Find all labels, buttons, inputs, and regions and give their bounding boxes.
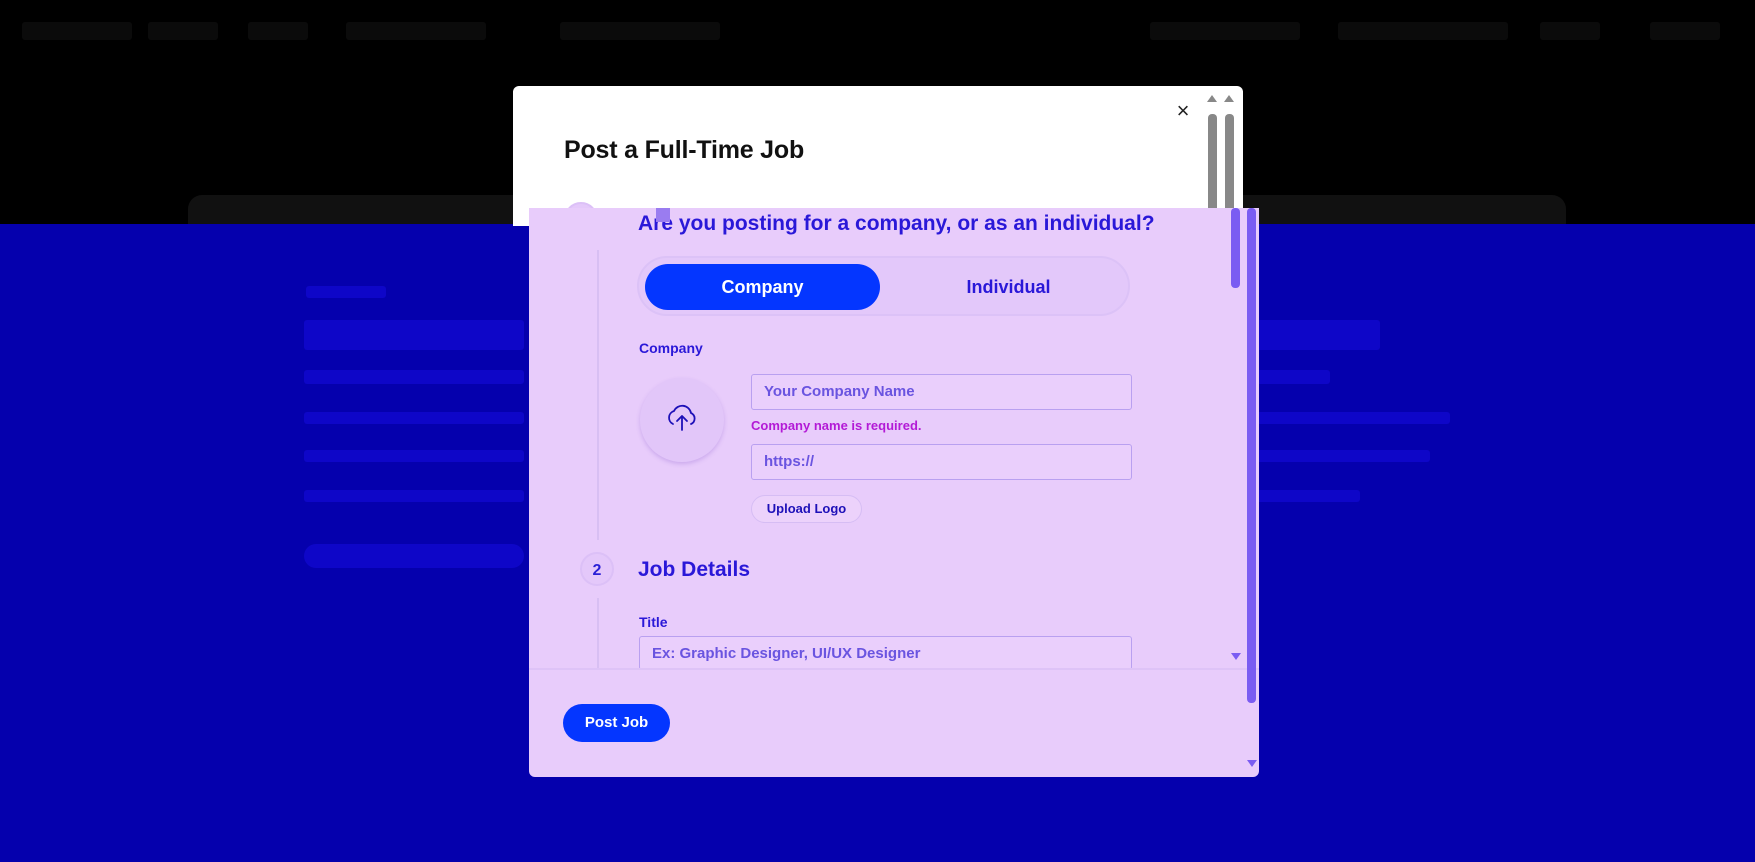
inner-scrollbar-thumb[interactable] [1231, 208, 1240, 288]
nav-placeholder [148, 22, 218, 40]
scroll-up-icon[interactable] [1207, 95, 1217, 102]
close-icon[interactable]: × [1170, 98, 1196, 124]
step-2-line [597, 598, 599, 668]
cloud-upload-icon [668, 404, 696, 431]
step-1-line [597, 250, 599, 540]
ghost-bullet [1250, 450, 1430, 462]
job-title-input[interactable]: Ex: Graphic Designer, UI/UX Designer [639, 636, 1132, 670]
scroll-up-icon[interactable] [1224, 95, 1234, 102]
toggle-individual[interactable]: Individual [891, 264, 1126, 310]
step-1-question: Are you posting for a company, or as an … [638, 212, 1155, 235]
site-header [0, 0, 1755, 62]
company-label: Company [639, 340, 703, 356]
ghost-cta [304, 544, 524, 568]
modal-header: Post a Full-Time Job × 1 [513, 86, 1243, 236]
modal-body: Are you posting for a company, or as an … [529, 208, 1259, 777]
company-name-input[interactable]: Your Company Name [751, 374, 1132, 410]
ghost-bullet [1250, 412, 1450, 424]
ghost-headline-right [1250, 320, 1380, 350]
nav-placeholder [1540, 22, 1600, 40]
scroll-down-icon[interactable] [1231, 653, 1241, 660]
modal-title: Post a Full-Time Job [564, 136, 805, 164]
nav-placeholder [346, 22, 486, 40]
ghost-subtitle [304, 370, 524, 384]
footer-divider [529, 668, 1259, 670]
ghost-bullet [304, 450, 524, 462]
nav-placeholder [1650, 22, 1720, 40]
step-2-badge: 2 [580, 552, 614, 586]
nav-placeholder [1150, 22, 1300, 40]
post-job-button[interactable]: Post Job [563, 704, 670, 742]
text-cursor-highlight [656, 208, 670, 222]
ghost-eyebrow [306, 286, 386, 298]
company-url-input[interactable]: https:// [751, 444, 1132, 480]
posting-type-toggle: Company Individual [637, 256, 1130, 316]
nav-placeholder [1338, 22, 1508, 40]
ghost-subtitle-right [1250, 370, 1330, 384]
title-label: Title [639, 614, 668, 630]
ghost-bullet [304, 490, 524, 502]
ghost-headline-left [304, 320, 524, 350]
step-2-heading: Job Details [638, 558, 751, 581]
ghost-bullet [1250, 490, 1360, 502]
toggle-company[interactable]: Company [645, 264, 880, 310]
company-name-error: Company name is required. [751, 418, 922, 433]
ghost-bullet [304, 412, 524, 424]
upload-logo-button[interactable]: Upload Logo [751, 495, 862, 523]
nav-placeholder [560, 22, 720, 40]
outer-scrollbar-thumb[interactable] [1247, 208, 1256, 703]
nav-placeholder [248, 22, 308, 40]
logo-upload-area[interactable] [640, 378, 724, 462]
scroll-down-icon[interactable] [1247, 760, 1257, 767]
nav-placeholder [22, 22, 132, 40]
